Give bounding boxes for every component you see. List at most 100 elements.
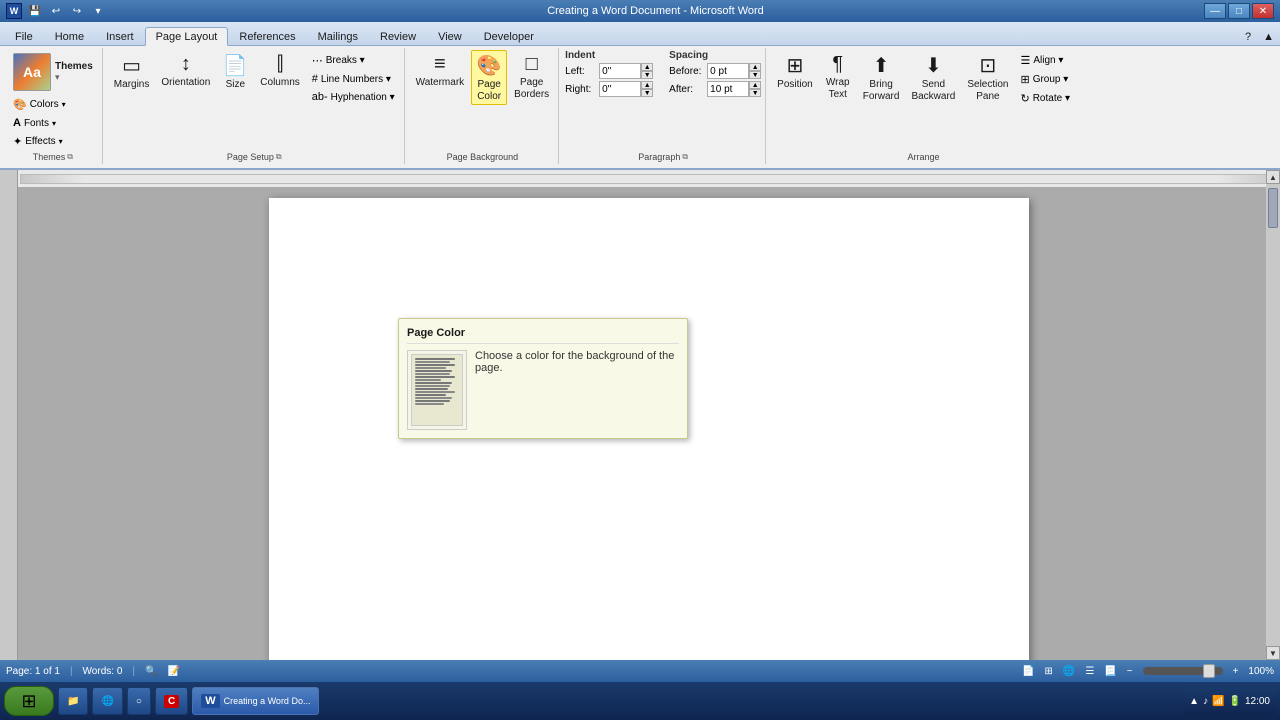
before-spacing-input[interactable] xyxy=(707,63,749,79)
send-backward-button[interactable]: ⬇ Send Backward xyxy=(906,50,960,105)
taskbar-browser-btn[interactable]: 🌐 xyxy=(92,687,122,715)
align-button[interactable]: ☰ Align ▾ xyxy=(1015,52,1074,69)
left-indent-input[interactable] xyxy=(599,63,641,79)
vertical-scrollbar[interactable]: ▲ ▼ xyxy=(1266,170,1280,660)
page-borders-label: Page xyxy=(520,77,543,88)
save-quick-btn[interactable]: 💾 xyxy=(26,3,44,19)
print-layout-btn[interactable]: 📄 xyxy=(1022,666,1034,677)
redo-quick-btn[interactable]: ↪ xyxy=(68,3,86,19)
after-spacing-input[interactable] xyxy=(707,81,749,97)
left-indent-up[interactable]: ▲ xyxy=(641,63,653,71)
tab-home[interactable]: Home xyxy=(44,27,95,45)
themes-button[interactable]: Aa Themes ▾ xyxy=(8,50,98,94)
full-screen-btn[interactable]: ⊞ xyxy=(1044,666,1052,677)
bring-forward-icon: ⬆ xyxy=(873,53,890,78)
orientation-label: Orientation xyxy=(161,77,210,88)
scroll-thumb[interactable] xyxy=(1268,188,1278,228)
watermark-button[interactable]: ≡ Watermark xyxy=(411,50,470,91)
columns-button[interactable]: ⫿ Columns xyxy=(255,50,304,91)
close-btn[interactable]: ✕ xyxy=(1252,3,1274,19)
tab-mailings[interactable]: Mailings xyxy=(307,27,369,45)
undo-quick-btn[interactable]: ↩ xyxy=(47,3,65,19)
minimize-btn[interactable]: — xyxy=(1204,3,1226,19)
left-ruler xyxy=(0,170,18,660)
zoom-slider[interactable] xyxy=(1143,667,1223,675)
page-background-group-label: Page Background xyxy=(411,150,555,162)
zoom-in-btn[interactable]: + xyxy=(1233,666,1239,677)
tab-developer[interactable]: Developer xyxy=(473,27,545,45)
selection-pane-button[interactable]: ⊡ Selection Pane xyxy=(962,50,1013,105)
right-indent-down[interactable]: ▼ xyxy=(641,89,653,97)
battery-icon: 🔋 xyxy=(1229,696,1241,707)
rotate-button[interactable]: ↻ Rotate ▾ xyxy=(1015,90,1074,107)
line-numbers-button[interactable]: # Line Numbers ▾ xyxy=(307,71,400,87)
bring-forward-label2: Forward xyxy=(863,91,900,102)
scroll-up-btn[interactable]: ▲ xyxy=(1266,170,1280,184)
before-spacing-down[interactable]: ▼ xyxy=(749,71,761,79)
orientation-button[interactable]: ↕ Orientation xyxy=(156,50,215,91)
start-button[interactable]: ⊞ xyxy=(4,686,54,716)
tab-references[interactable]: References xyxy=(228,27,306,45)
size-label: Size xyxy=(226,79,245,90)
taskbar-explorer-btn[interactable]: 📁 xyxy=(58,687,88,715)
zoom-slider-thumb[interactable] xyxy=(1203,664,1215,678)
tab-file[interactable]: File xyxy=(4,27,44,45)
themes-expand-btn[interactable]: ⧉ xyxy=(67,152,73,162)
breaks-label: Breaks ▾ xyxy=(326,55,365,66)
left-indent-down[interactable]: ▼ xyxy=(641,71,653,79)
right-indent-input[interactable] xyxy=(599,81,641,97)
fonts-button[interactable]: A Fonts ▾ xyxy=(8,115,61,131)
maximize-btn[interactable]: □ xyxy=(1228,3,1250,19)
ribbon-collapse-btn[interactable]: ▲ xyxy=(1257,29,1280,45)
tab-view[interactable]: View xyxy=(427,27,473,45)
taskbar-word-btn[interactable]: W Creating a Word Do... xyxy=(192,687,319,715)
before-spacing-up[interactable]: ▲ xyxy=(749,63,761,71)
after-spacing-up[interactable]: ▲ xyxy=(749,81,761,89)
margins-label: Margins xyxy=(114,79,150,90)
explorer-icon: 📁 xyxy=(67,696,79,707)
tab-insert[interactable]: Insert xyxy=(95,27,145,45)
tooltip-thumb-content xyxy=(408,351,466,429)
page-container[interactable]: Page Color xyxy=(18,188,1280,660)
taskbar-search-btn[interactable]: ○ xyxy=(127,687,151,715)
send-backward-label2: Backward xyxy=(911,91,955,102)
page-setup-expand-btn[interactable]: ⧉ xyxy=(276,152,282,162)
breaks-button[interactable]: ⋯ Breaks ▾ xyxy=(307,52,400,69)
hyphenation-button[interactable]: ab- Hyphenation ▾ xyxy=(307,89,400,105)
tab-page-layout[interactable]: Page Layout xyxy=(145,27,229,46)
page-borders-button[interactable]: □ Page Borders xyxy=(509,50,554,103)
effects-button[interactable]: ✦ Effects ▾ xyxy=(8,133,68,150)
effects-label: Effects xyxy=(25,136,55,147)
tooltip-thumbnail xyxy=(407,350,467,430)
paragraph-expand-btn[interactable]: ⧉ xyxy=(682,152,688,162)
window-title: Creating a Word Document - Microsoft Wor… xyxy=(107,5,1204,17)
group-button[interactable]: ⊞ Group ▾ xyxy=(1015,71,1074,88)
position-button[interactable]: ⊞ Position xyxy=(772,50,818,93)
page-background-group-content: ≡ Watermark 🎨 Page Color □ Page Borders xyxy=(411,50,555,150)
right-indent-up[interactable]: ▲ xyxy=(641,81,653,89)
colors-button[interactable]: 🎨 Colors ▾ xyxy=(8,96,71,113)
scroll-down-btn[interactable]: ▼ xyxy=(1266,646,1280,660)
customize-quick-btn[interactable]: ▾ xyxy=(89,3,107,19)
margins-button[interactable]: ▭ Margins xyxy=(109,50,155,93)
tab-review[interactable]: Review xyxy=(369,27,427,45)
system-tray: ▲ ♪ 📶 🔋 12:00 xyxy=(1183,687,1276,715)
app-icon: W xyxy=(6,3,22,19)
page-color-button[interactable]: 🎨 Page Color xyxy=(471,50,507,105)
help-btn[interactable]: ? xyxy=(1239,29,1257,45)
after-spacing-down[interactable]: ▼ xyxy=(749,89,761,97)
page-borders-label2: Borders xyxy=(514,89,549,100)
tray-arrow-icon[interactable]: ▲ xyxy=(1189,696,1199,707)
page-setup-group-content: ▭ Margins ↕ Orientation 📄 Size ⫿ Columns xyxy=(109,50,400,150)
draft-view-btn[interactable]: 📃 xyxy=(1104,666,1116,677)
columns-icon: ⫿ xyxy=(277,53,283,76)
wrap-text-button[interactable]: ¶ Wrap Text xyxy=(820,50,856,103)
bring-forward-button[interactable]: ⬆ Bring Forward xyxy=(858,50,905,105)
outline-view-btn[interactable]: ☰ xyxy=(1085,666,1094,677)
taskbar-c-btn[interactable]: C xyxy=(155,687,188,715)
zoom-out-btn[interactable]: − xyxy=(1127,666,1133,677)
web-layout-btn[interactable]: 🌐 xyxy=(1063,666,1075,677)
window-controls: — □ ✕ xyxy=(1204,3,1274,19)
search-icon: ○ xyxy=(136,696,142,707)
size-button[interactable]: 📄 Size xyxy=(217,50,253,93)
